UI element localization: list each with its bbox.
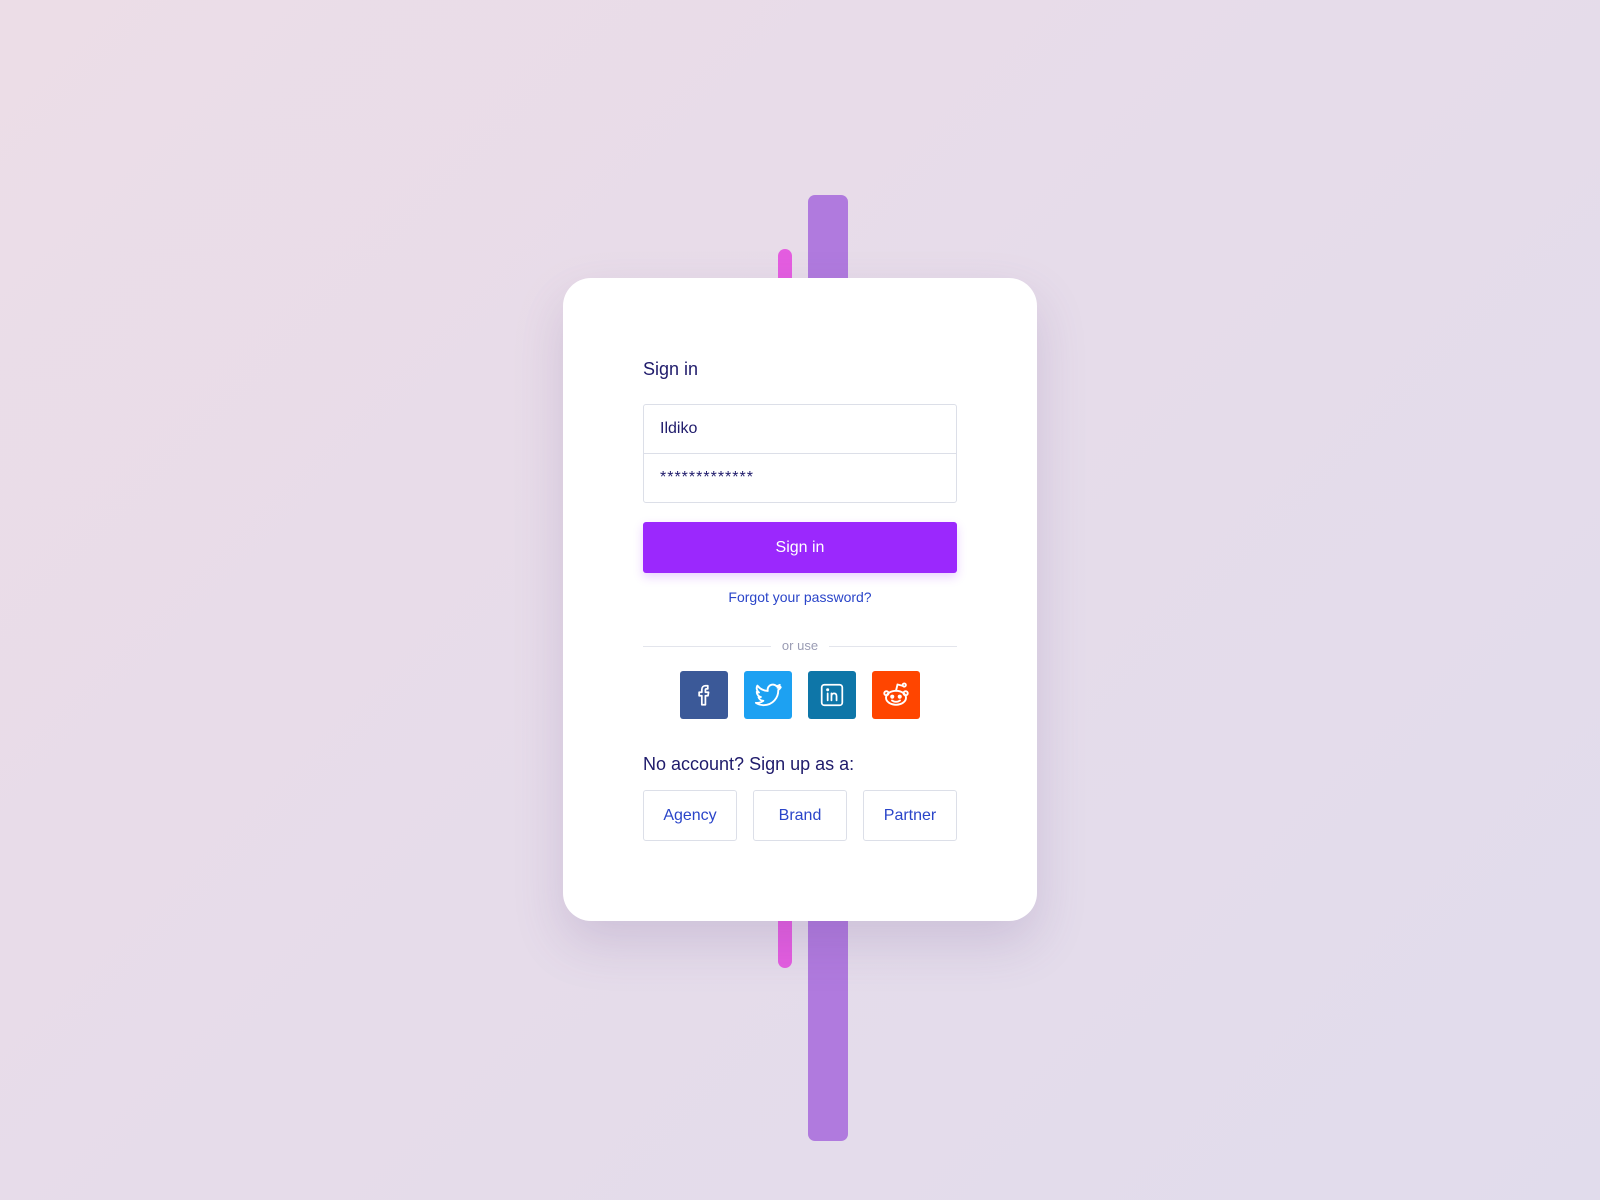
social-login-group <box>680 671 920 719</box>
forgot-password-link[interactable]: Forgot your password? <box>643 588 957 606</box>
linkedin-icon <box>820 683 844 707</box>
twitter-login-button[interactable] <box>744 671 792 719</box>
signin-card: Sign in Sign in Forgot your password? or… <box>563 278 1037 921</box>
twitter-icon <box>754 683 782 707</box>
facebook-icon <box>698 684 710 706</box>
reddit-login-button[interactable] <box>872 671 920 719</box>
password-input[interactable] <box>643 453 957 503</box>
reddit-icon <box>883 682 909 706</box>
signup-brand-button[interactable]: Brand <box>753 790 847 841</box>
signup-partner-button[interactable]: Partner <box>863 790 957 841</box>
linkedin-login-button[interactable] <box>808 671 856 719</box>
divider-line-right <box>829 646 957 647</box>
signup-agency-button[interactable]: Agency <box>643 790 737 841</box>
signin-button[interactable]: Sign in <box>643 522 957 573</box>
signup-title: No account? Sign up as a: <box>643 754 855 774</box>
signin-title: Sign in <box>643 359 699 379</box>
facebook-login-button[interactable] <box>680 671 728 719</box>
or-use-divider: or use <box>643 637 957 655</box>
username-input[interactable] <box>643 404 957 454</box>
